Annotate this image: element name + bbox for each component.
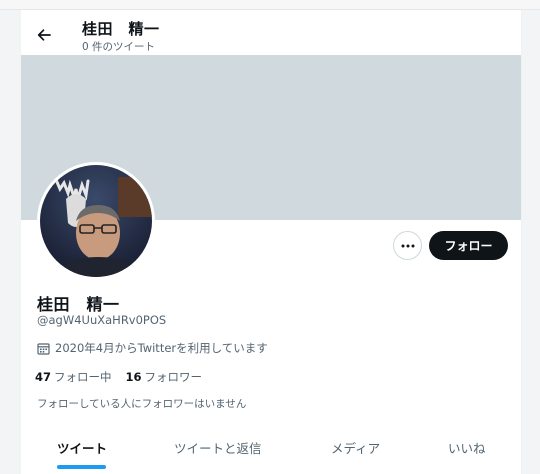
back-button[interactable] — [31, 22, 57, 48]
active-tab-indicator — [57, 465, 106, 469]
followers-count: 16 — [125, 370, 142, 384]
profile-handle: @agW4UuXaHRv0POS — [37, 313, 167, 327]
browser-top-strip — [0, 0, 540, 10]
followers-label: フォロワー — [144, 370, 203, 384]
profile-page: 桂田 精一 0 件のツイート フォロー 桂田 精一 @agW4UuXaHRv0P… — [20, 10, 522, 474]
profile-name: 桂田 精一 — [37, 295, 120, 314]
follow-button[interactable]: フォロー — [429, 231, 508, 260]
more-options-button[interactable] — [393, 231, 422, 260]
following-label: フォロー中 — [54, 370, 112, 384]
header-title: 桂田 精一 — [82, 20, 160, 38]
profile-tabs: ツイート ツイートと返信 メディア いいね — [21, 427, 521, 474]
calendar-icon — [37, 342, 50, 355]
arrow-left-icon — [37, 29, 51, 41]
avatar[interactable] — [37, 162, 155, 280]
tab-tweets-and-replies[interactable]: ツイートと返信 — [174, 438, 262, 457]
join-date: 2020年4月からTwitterを利用しています — [37, 340, 268, 356]
avatar-photo — [40, 165, 152, 277]
followers-link[interactable]: 16 フォロワー — [126, 369, 203, 385]
tab-likes[interactable]: いいね — [448, 438, 486, 457]
tab-tweets[interactable]: ツイート — [57, 438, 107, 457]
tab-media[interactable]: メディア — [331, 438, 380, 457]
follow-counts: 47 フォロー中 16 フォロワー — [35, 369, 202, 385]
join-date-text: 2020年4月からTwitterを利用しています — [55, 341, 268, 355]
following-link[interactable]: 47 フォロー中 — [35, 369, 112, 385]
following-count: 47 — [35, 370, 52, 384]
more-horizontal-icon — [401, 244, 414, 247]
mutual-followers-note: フォローしている人にフォロワーはいません — [37, 398, 247, 410]
tweet-count: 0 件のツイート — [82, 41, 156, 53]
